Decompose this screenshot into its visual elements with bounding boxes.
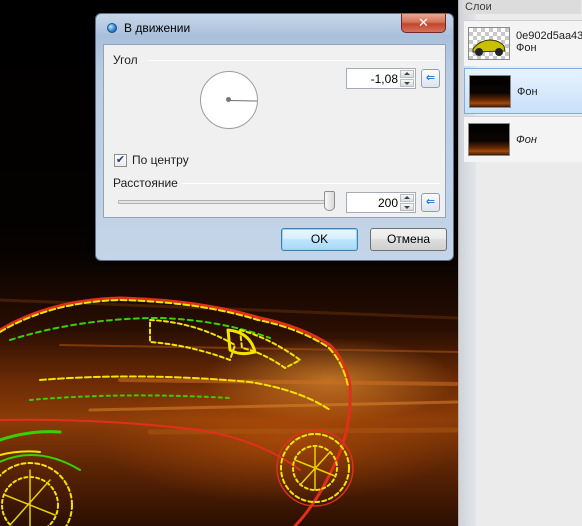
layer-name-line1: 0e902d5aa43 [516,30,582,42]
close-button[interactable]: ✕ [401,14,446,33]
layer-name: 0e902d5aa43 Фон [516,30,582,54]
distance-up-arrow-icon[interactable] [400,194,414,202]
angle-down-arrow-icon[interactable] [400,79,414,87]
angle-input[interactable]: -1,08 [346,68,416,89]
layer-thumbnail-road [468,123,510,156]
layer-item-bottom[interactable]: Фон [464,116,582,162]
angle-label: Угол [113,53,138,67]
distance-value: 200 [377,196,398,210]
layers-panel: Слои 0e902d5aa43 Фон Фон Фон [458,0,582,526]
distance-slider-track[interactable] [118,200,331,204]
layer-name-line2: Фон [516,42,537,54]
checkmark-icon: ✔ [115,154,126,166]
angle-dial-center [226,97,231,102]
distance-input[interactable]: 200 [346,192,416,213]
distance-spinner [400,194,414,211]
angle-up-arrow-icon[interactable] [400,70,414,78]
layer-thumbnail-road [469,75,511,108]
center-checkbox-label[interactable]: По центру [132,153,189,167]
distance-separator [182,183,440,184]
angle-value: -1,08 [370,72,398,86]
distance-down-arrow-icon[interactable] [400,203,414,211]
reset-arrow-icon: ⇐ [425,72,436,84]
angle-reset-button[interactable]: ⇐ [421,69,440,88]
motion-blur-dialog: В движении ✕ Угол -1,08 ⇐ ✔ По центру Ра… [95,13,454,261]
app-icon [107,23,117,33]
ok-button[interactable]: OK [281,228,358,251]
layer-name: Фон [517,86,538,98]
layer-item-top[interactable]: 0e902d5aa43 Фон [464,20,582,66]
distance-label: Расстояние [113,176,178,190]
layer-thumbnail-car [468,27,510,60]
cancel-button[interactable]: Отмена [370,228,447,251]
distance-slider-thumb[interactable] [323,191,335,211]
dialog-title: В движении [124,21,191,35]
reset-arrow-icon: ⇐ [425,196,436,208]
layer-name: Фон [516,134,537,146]
angle-dial[interactable] [200,71,258,129]
distance-reset-button[interactable]: ⇐ [421,193,440,212]
angle-spinner [400,70,414,87]
dialog-body: Угол -1,08 ⇐ ✔ По центру Расстояние 200 [103,44,446,218]
center-checkbox[interactable]: ✔ [114,154,127,167]
angle-separator [148,60,440,61]
layers-panel-title: Слои [463,0,581,14]
layer-item-selected[interactable]: Фон [464,68,582,114]
angle-dial-hand [228,100,257,102]
